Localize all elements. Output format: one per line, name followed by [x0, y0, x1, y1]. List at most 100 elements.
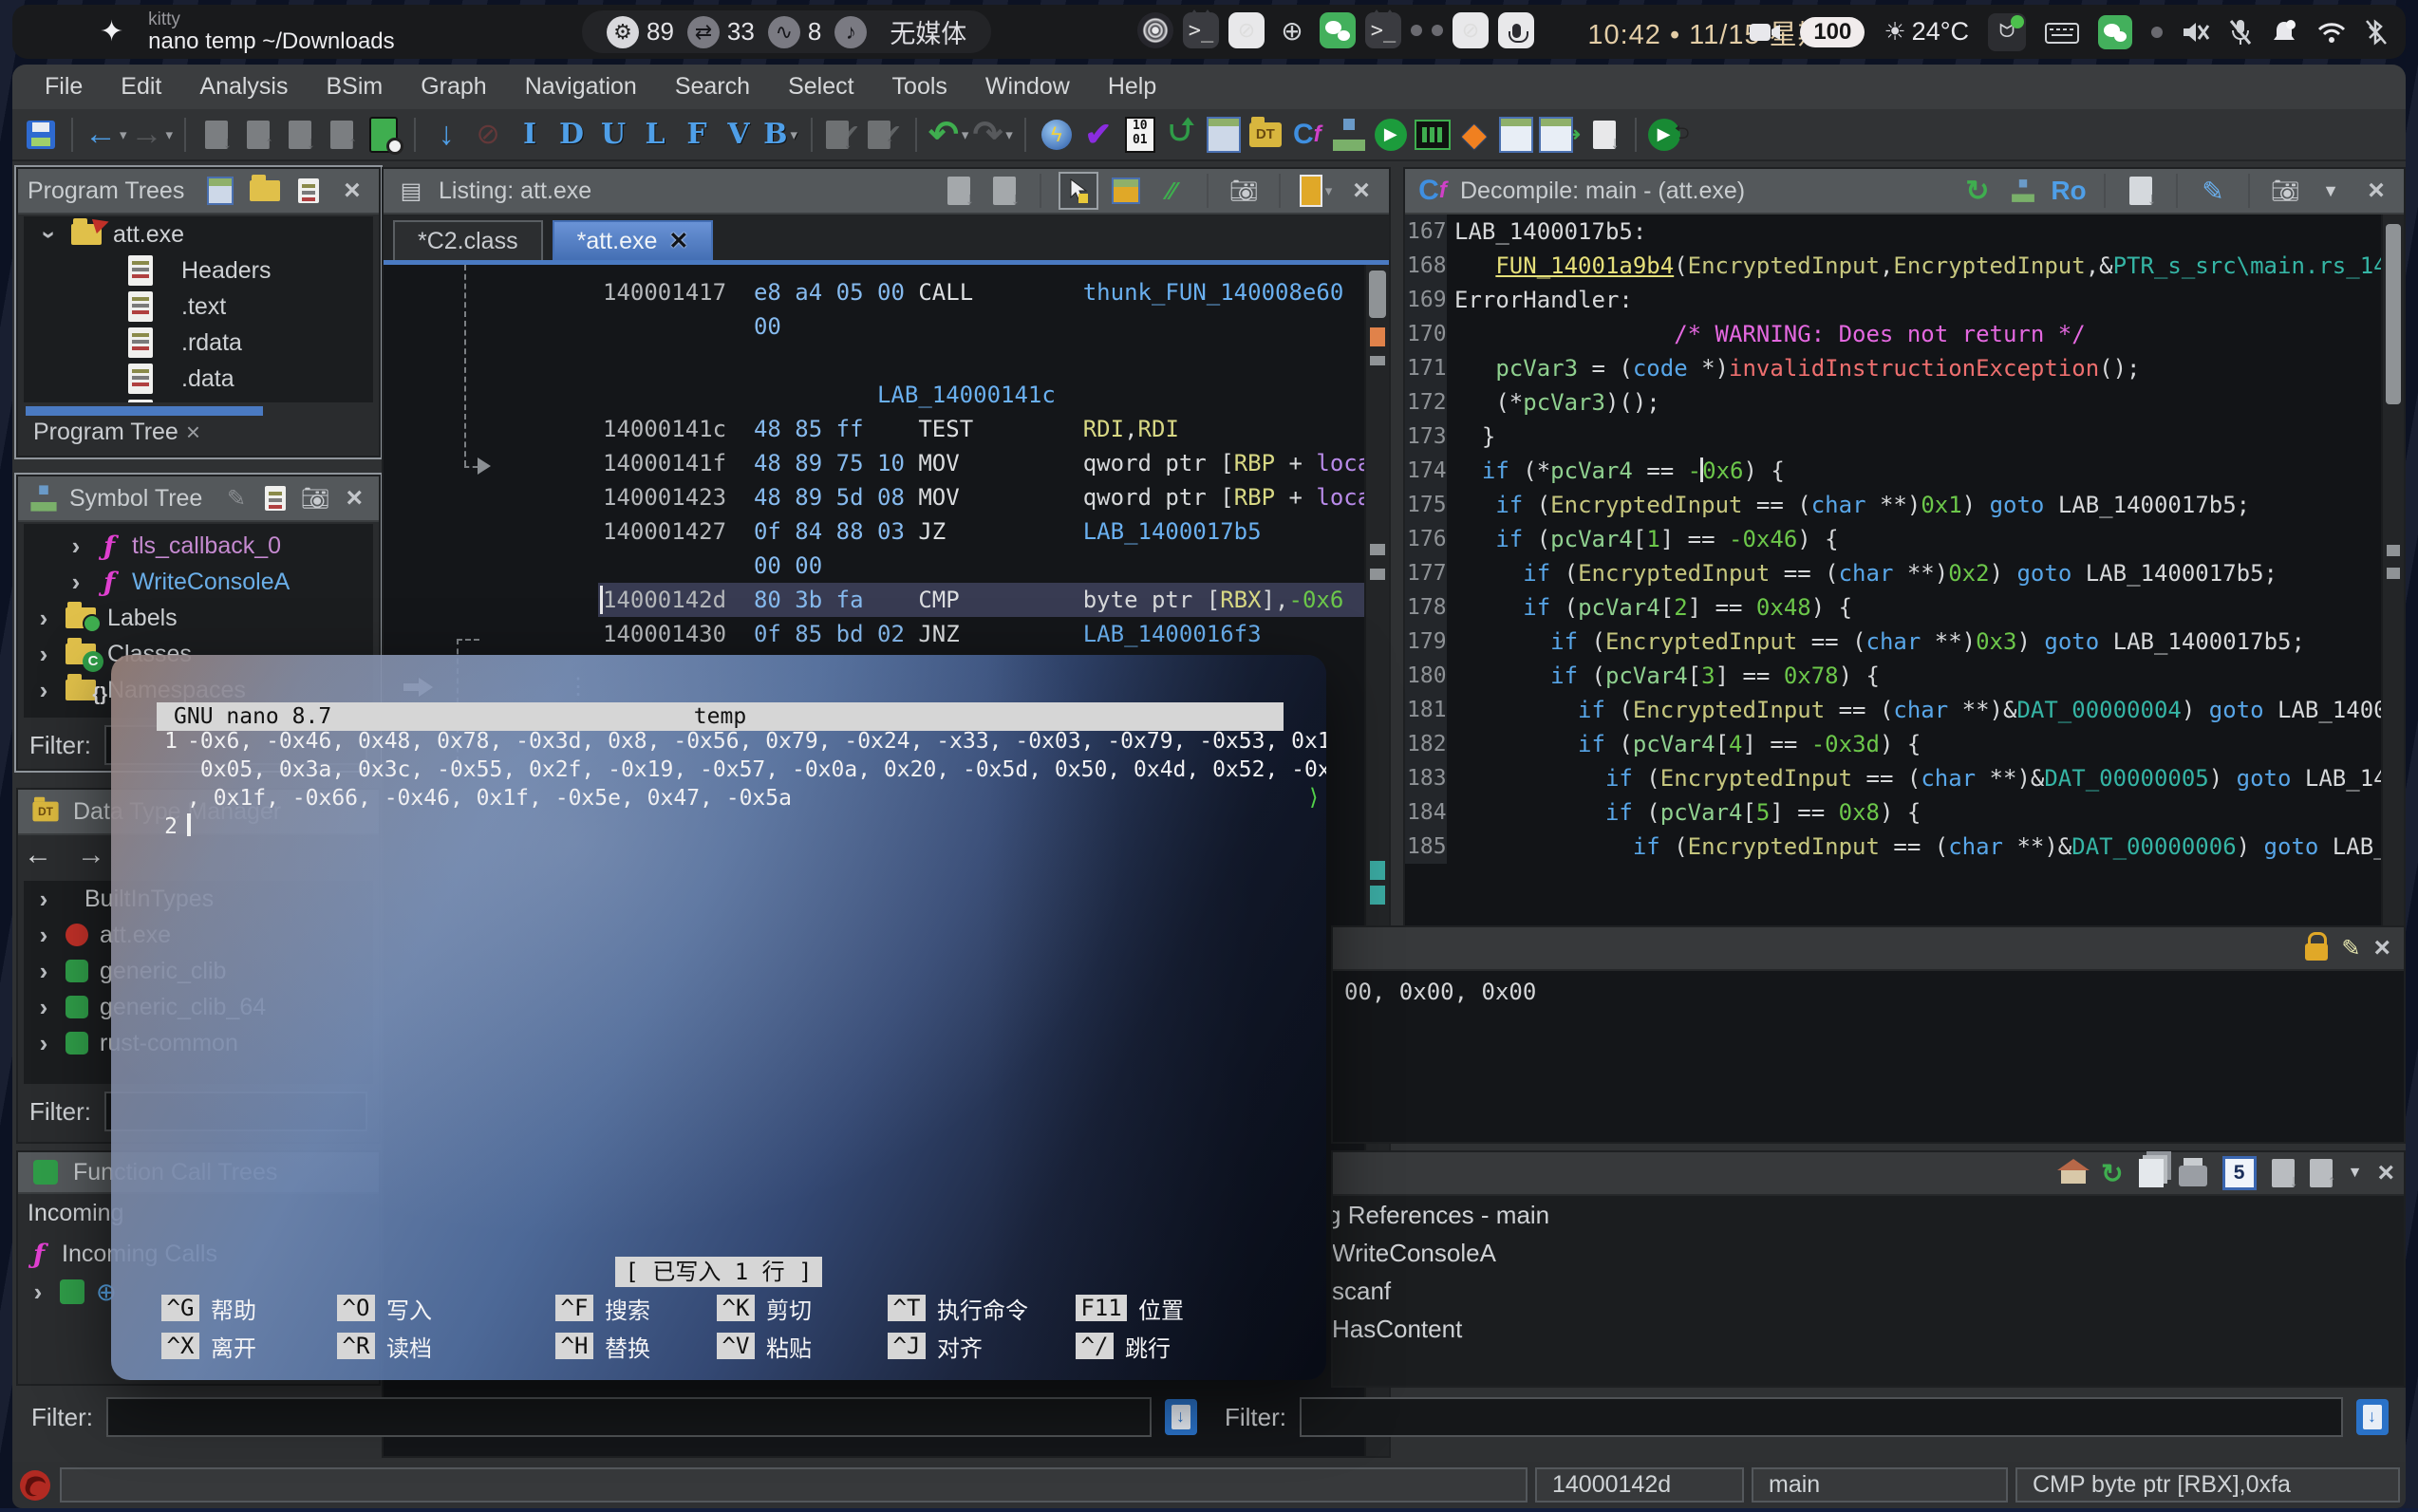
- close-icon[interactable]: ×: [2373, 932, 2390, 964]
- nano-shortcut[interactable]: F11位置: [1076, 1289, 1184, 1327]
- menu-bsim[interactable]: BSim: [307, 65, 402, 109]
- nav-in2-button[interactable]: [323, 115, 361, 155]
- prev-bookmark-button[interactable]: ✔: [824, 115, 862, 155]
- menu-tools[interactable]: Tools: [873, 65, 966, 109]
- decompile-line[interactable]: 184 if (pcVar4[5] == 0x8) {: [1405, 795, 2383, 830]
- bytes-content[interactable]: 00, 0x00, 0x00: [1333, 971, 2404, 1142]
- close-icon[interactable]: ×: [1343, 174, 1379, 208]
- listing-row[interactable]: 140001417 e8 a4 05 00 CALL thunk_FUN_140…: [603, 275, 1366, 309]
- paste-icon[interactable]: [986, 174, 1022, 208]
- decompile-line[interactable]: 185 if (EncryptedInput == (char **)&DAT_…: [1405, 830, 2383, 864]
- decompile-vscrollbar[interactable]: [2381, 215, 2404, 1002]
- edit-pencil-icon[interactable]: ✎: [221, 481, 251, 515]
- nano-line[interactable]: 2: [157, 812, 1284, 841]
- chevron-right-icon[interactable]: ›: [66, 568, 86, 597]
- listing-row[interactable]: 14000142d 80 3b fa CMP byte ptr [RBX],-0…: [598, 583, 1366, 617]
- menu-search[interactable]: Search: [656, 65, 769, 109]
- save-button[interactable]: [22, 115, 60, 155]
- readonly-toggle[interactable]: Ro: [2051, 174, 2087, 208]
- decompile-line[interactable]: 180 if (pcVar4[3] == 0x78) {: [1405, 659, 2383, 693]
- reference-row[interactable]: Incoming References - main: [1333, 1196, 2404, 1234]
- decompile-line[interactable]: 177 if (EncryptedInput == (char **)0x2) …: [1405, 556, 2383, 590]
- clear-code-button[interactable]: ⊘: [469, 115, 507, 155]
- reference-row[interactable]: scanf: [1333, 1272, 2404, 1310]
- snapshot-camera-icon[interactable]: 📷︎: [2267, 174, 2303, 208]
- decompile-line[interactable]: 174 if (*pcVar4 == -0x6) {: [1405, 454, 2383, 488]
- diff-icon[interactable]: ⁄⁄: [1153, 174, 1190, 208]
- menu-graph[interactable]: Graph: [402, 65, 505, 109]
- memory-bar-icon[interactable]: ▾: [1298, 174, 1334, 208]
- diamond-button[interactable]: ◆: [1455, 115, 1493, 155]
- fields-icon[interactable]: [1108, 174, 1144, 208]
- table-view-button[interactable]: [1497, 115, 1535, 155]
- listing-row[interactable]: 14000141f 48 89 75 10 MOV qword ptr [RBP…: [603, 446, 1366, 480]
- close-icon[interactable]: ×: [2377, 1157, 2394, 1189]
- listing-row[interactable]: 14000141c 48 85 ff TEST RDI,RDI: [603, 412, 1366, 446]
- right-filter-paste-icon[interactable]: [2356, 1399, 2389, 1435]
- blocked-doc-icon[interactable]: ⊘: [1228, 12, 1265, 48]
- nano-shortcut[interactable]: ^/跳行: [1076, 1327, 1184, 1365]
- chevron-right-icon[interactable]: ›: [33, 921, 54, 950]
- chevron-right-icon[interactable]: ›: [33, 676, 54, 705]
- graph-icon[interactable]: [2005, 174, 2041, 208]
- import-green-button[interactable]: ⮍: [1163, 115, 1201, 155]
- chevron-right-icon[interactable]: ›: [33, 885, 54, 914]
- tree-item-rdata[interactable]: .rdata: [24, 325, 373, 361]
- program-tree-tab[interactable]: Program Tree: [33, 419, 178, 446]
- left-filter-input[interactable]: [106, 1397, 1152, 1437]
- label-l-button[interactable]: L: [636, 115, 674, 155]
- reference-row[interactable]: HasContent: [1333, 1310, 2404, 1348]
- kitty-app-icon[interactable]: ᗢ: [1988, 13, 2026, 51]
- nano-shortcut[interactable]: ^T执行命令: [888, 1289, 1028, 1327]
- tree-item-text[interactable]: .text: [24, 289, 373, 325]
- tree-item-Headers[interactable]: Headers: [24, 252, 373, 289]
- menu-window[interactable]: Window: [966, 65, 1089, 109]
- table-export-button[interactable]: ➜: [1539, 115, 1582, 155]
- edit-pencil-icon[interactable]: ✎: [2341, 935, 2360, 962]
- nav-in-button[interactable]: [239, 115, 277, 155]
- nano-shortcut[interactable]: ^R读档: [337, 1327, 432, 1365]
- import-tree-icon[interactable]: [291, 174, 326, 208]
- menu-help[interactable]: Help: [1089, 65, 1175, 109]
- chevron-right-icon[interactable]: ›: [66, 532, 86, 561]
- bell-icon[interactable]: [2271, 19, 2297, 46]
- tree-item-data[interactable]: .data: [24, 361, 373, 397]
- tab-close-icon[interactable]: ✕: [668, 227, 688, 255]
- left-filter-paste-icon[interactable]: [1165, 1399, 1197, 1435]
- new-tree-icon[interactable]: [203, 174, 237, 208]
- tree-item-att-exe[interactable]: ›att.exe: [24, 216, 373, 252]
- run-script-button[interactable]: ▶: [1372, 115, 1410, 155]
- decompile-line[interactable]: 171 pcVar3 = (code *)invalidInstructionE…: [1405, 351, 2383, 385]
- snapshot-green-button[interactable]: [365, 115, 403, 155]
- variable-v-button[interactable]: V: [720, 115, 758, 155]
- nano-shortcut[interactable]: ^G帮助: [161, 1289, 256, 1327]
- right-filter-input[interactable]: [1300, 1397, 2343, 1437]
- keyboard-icon[interactable]: [2045, 21, 2079, 44]
- listing-row[interactable]: LAB_14000141c: [603, 378, 1366, 412]
- nano-shortcut[interactable]: ^X离开: [161, 1327, 256, 1365]
- depth-badge[interactable]: 5: [2222, 1156, 2257, 1190]
- temperature[interactable]: 24°C: [1912, 17, 1969, 47]
- nano-line[interactable]: , 0x1f, -0x66, -0x46, 0x1f, -0x5e, 0x47,…: [157, 784, 1284, 812]
- copy-icon[interactable]: [2123, 174, 2159, 208]
- wechat-tray-icon[interactable]: [2098, 15, 2132, 49]
- nano-shortcut[interactable]: ^J对齐: [888, 1327, 1028, 1365]
- menu-select[interactable]: Select: [769, 65, 872, 109]
- symbol-item-writeconsolea[interactable]: ›ƒWriteConsoleA: [24, 564, 373, 600]
- kitty-titlebar[interactable]: ✦ kitty nano temp ~/Downloads ⚙89 ⇄33 ∿8…: [12, 5, 2406, 59]
- tree-item-pdata[interactable]: .pdata: [24, 397, 373, 402]
- disassemble-i-button[interactable]: I: [511, 115, 549, 155]
- analyze-button[interactable]: ϟ: [1038, 115, 1076, 155]
- edit-pencil-icon[interactable]: ✎: [2195, 174, 2231, 208]
- data-forward-icon[interactable]: →: [77, 839, 105, 871]
- program-tree-tab-close-icon[interactable]: ×: [186, 418, 200, 447]
- kitty-tray-icon[interactable]: >_: [1183, 12, 1219, 48]
- chevron-down-icon[interactable]: ›: [35, 224, 65, 245]
- listing-row[interactable]: 00: [603, 309, 1366, 344]
- debug-run-button[interactable]: ▶⮌: [1648, 115, 1690, 155]
- decompile-line[interactable]: 179 if (EncryptedInput == (char **)0x3) …: [1405, 625, 2383, 659]
- copy-icon[interactable]: [941, 174, 977, 208]
- nano-terminal-window[interactable]: GNU nano 8.7 temp 1-0x6, -0x46, 0x48, 0x…: [111, 655, 1326, 1380]
- home-icon[interactable]: [2061, 1170, 2086, 1184]
- undefine-u-button[interactable]: U: [594, 115, 632, 155]
